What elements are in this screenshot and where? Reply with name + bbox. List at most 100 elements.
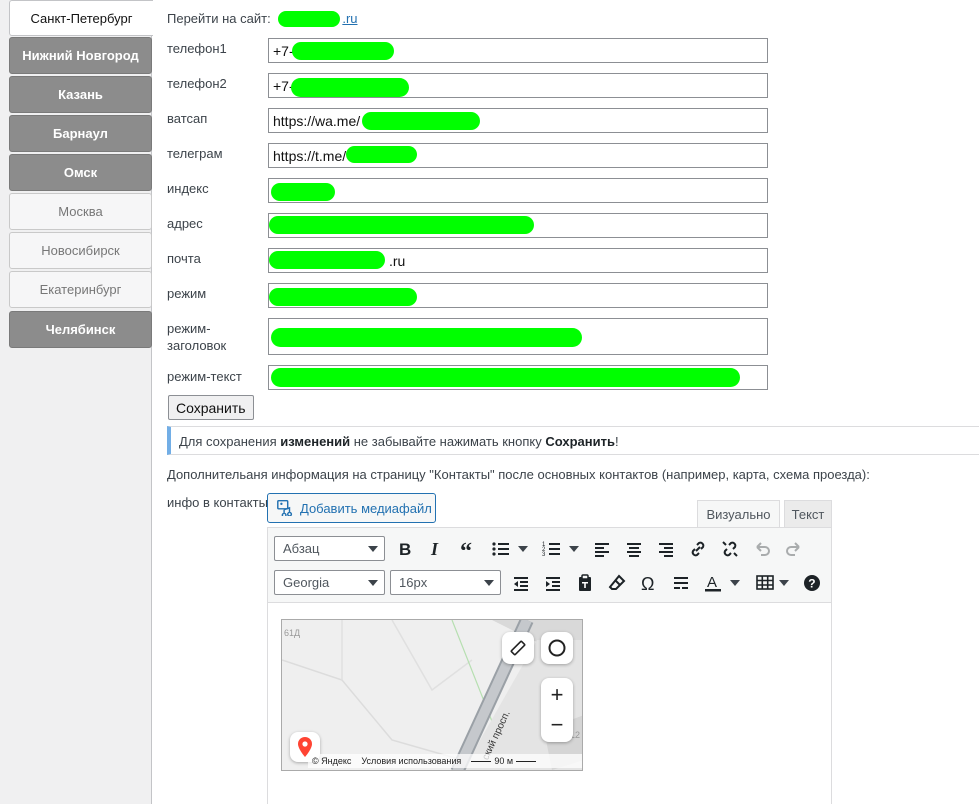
undo-icon[interactable] [749, 536, 775, 562]
svg-text:Ω: Ω [641, 574, 654, 593]
special-character-icon[interactable]: Ω [636, 570, 662, 596]
site-link[interactable]: .ru [274, 11, 358, 27]
redacted-mask [271, 368, 740, 387]
redacted-mask [271, 328, 582, 347]
phone1-value: +7- [273, 43, 294, 59]
italic-icon[interactable]: I [423, 536, 449, 562]
city-tab-label: Новосибирск [41, 243, 120, 258]
numbered-list-icon[interactable]: 123 [539, 536, 565, 562]
ruler-icon[interactable] [502, 632, 534, 664]
bullet-list-icon[interactable] [488, 536, 514, 562]
add-media-label: Добавить медиафайл [300, 500, 432, 516]
city-tab-label: Екатеринбург [39, 282, 122, 297]
extra-info-label: инфо в контакты [167, 495, 268, 510]
city-tab-novosibirsk[interactable]: Новосибирск [9, 232, 152, 269]
embedded-map[interactable]: 61Д 12 3 ский просп. + − © Яндекс Услови… [281, 619, 583, 771]
city-tab-kazan[interactable]: Казань [9, 76, 152, 113]
hours-title-label-line1: режим- [167, 321, 211, 336]
city-tab-nizhny-novgorod[interactable]: Нижний Новгород [9, 37, 152, 74]
rich-text-editor: Абзац B I “ 123 Georgia 16px Ω A ? 61Д 1… [267, 527, 832, 804]
hours-title-label-line2: заголовок [167, 338, 227, 353]
tab-visual[interactable]: Визуально [697, 500, 780, 527]
bullet-list-dropdown[interactable] [518, 536, 528, 562]
font-family-select[interactable]: Georgia [274, 570, 385, 595]
help-icon[interactable]: ? [799, 570, 825, 596]
address-label: адрес [167, 216, 203, 231]
save-notice: Для сохранения изменений не забывайте на… [167, 426, 979, 455]
table-dropdown[interactable] [779, 570, 789, 596]
insert-link-icon[interactable] [685, 536, 711, 562]
extra-info-description: Дополнительаня информация на страницу "К… [167, 467, 870, 482]
text-color-dropdown[interactable] [730, 570, 740, 596]
numbered-list-dropdown[interactable] [569, 536, 579, 562]
whatsapp-label: ватсап [167, 111, 208, 126]
text-color-icon[interactable]: A [700, 570, 726, 596]
panorama-icon[interactable] [541, 632, 573, 664]
outdent-icon[interactable] [508, 570, 534, 596]
align-right-icon[interactable] [653, 536, 679, 562]
bold-icon[interactable]: B [392, 536, 418, 562]
goto-site-label: Перейти на сайт: [167, 11, 271, 26]
blockquote-icon[interactable]: “ [456, 536, 482, 562]
clear-formatting-icon[interactable] [604, 570, 630, 596]
city-tab-barnaul[interactable]: Барнаул [9, 115, 152, 152]
goto-site-line: Перейти на сайт: .ru [167, 11, 358, 27]
align-left-icon[interactable] [589, 536, 615, 562]
redacted-mask [278, 11, 341, 27]
paste-text-icon[interactable] [572, 570, 598, 596]
add-media-button[interactable]: Добавить медиафайл [267, 493, 436, 523]
save-button[interactable]: Сохранить [168, 395, 254, 420]
zoom-out-icon[interactable]: − [551, 710, 564, 740]
align-center-icon[interactable] [621, 536, 647, 562]
city-tab-label: Казань [58, 87, 103, 102]
redacted-mask [362, 112, 480, 130]
city-tab-moscow[interactable]: Москва [9, 193, 152, 230]
city-tab-label: Санкт-Петербург [30, 10, 133, 26]
horizontal-line-icon[interactable] [668, 570, 694, 596]
notice-text-2: не забывайте нажимать кнопку [350, 434, 546, 449]
redo-icon[interactable] [781, 536, 807, 562]
postcode-input[interactable] [268, 178, 768, 203]
whatsapp-value: https://wa.me/ [273, 113, 361, 129]
phone2-label: телефон2 [167, 76, 227, 91]
redacted-mask [269, 216, 534, 234]
svg-text:“: “ [460, 539, 472, 559]
format-select[interactable]: Абзац [274, 536, 385, 561]
telegram-label: телеграм [167, 146, 223, 161]
remove-link-icon[interactable] [717, 536, 743, 562]
map-house-left: 61Д [284, 628, 301, 638]
city-tab-omsk[interactable]: Омск [9, 154, 152, 191]
city-tab-yekaterinburg[interactable]: Екатеринбург [9, 271, 152, 308]
redacted-mask [271, 183, 335, 201]
redacted-mask [346, 146, 417, 163]
whatsapp-input[interactable]: https://wa.me/ [268, 108, 768, 133]
media-icon [276, 498, 294, 519]
svg-text:3: 3 [542, 552, 546, 558]
table-icon[interactable] [752, 570, 778, 596]
hours-title-label: режим- заголовок [167, 320, 226, 354]
indent-icon[interactable] [540, 570, 566, 596]
notice-bold-2: Сохранить [545, 434, 615, 449]
notice-text-3: ! [614, 434, 619, 449]
city-tab-chelyabinsk[interactable]: Челябинск [9, 311, 152, 348]
redacted-mask [291, 78, 409, 97]
tab-visual-label: Визуально [706, 506, 771, 522]
hours-text-label: режим-текст [167, 369, 242, 384]
svg-text:A: A [707, 574, 717, 591]
redacted-mask [269, 251, 385, 269]
tab-text[interactable]: Текст [784, 500, 832, 527]
map-footer: © Яндекс Условия использования 90 м [308, 754, 582, 768]
city-tab-saint-petersburg[interactable]: Санкт-Петербург [9, 0, 153, 36]
map-terms-link[interactable]: Условия использования [361, 756, 461, 766]
city-tab-label: Челябинск [45, 322, 116, 337]
editor-toolbar: Абзац B I “ 123 Georgia 16px Ω A ? [268, 528, 831, 603]
notice-bold-1: изменений [280, 434, 351, 449]
city-tab-label: Москва [58, 204, 103, 219]
zoom-in-icon[interactable]: + [551, 680, 564, 710]
telegram-input[interactable]: https://t.me/ [268, 143, 768, 168]
map-brand[interactable]: © Яндекс [312, 756, 351, 766]
map-scale: 90 м [471, 756, 537, 766]
redacted-mask [269, 288, 417, 306]
phone1-label: телефон1 [167, 41, 227, 56]
font-size-select[interactable]: 16px [390, 570, 501, 595]
